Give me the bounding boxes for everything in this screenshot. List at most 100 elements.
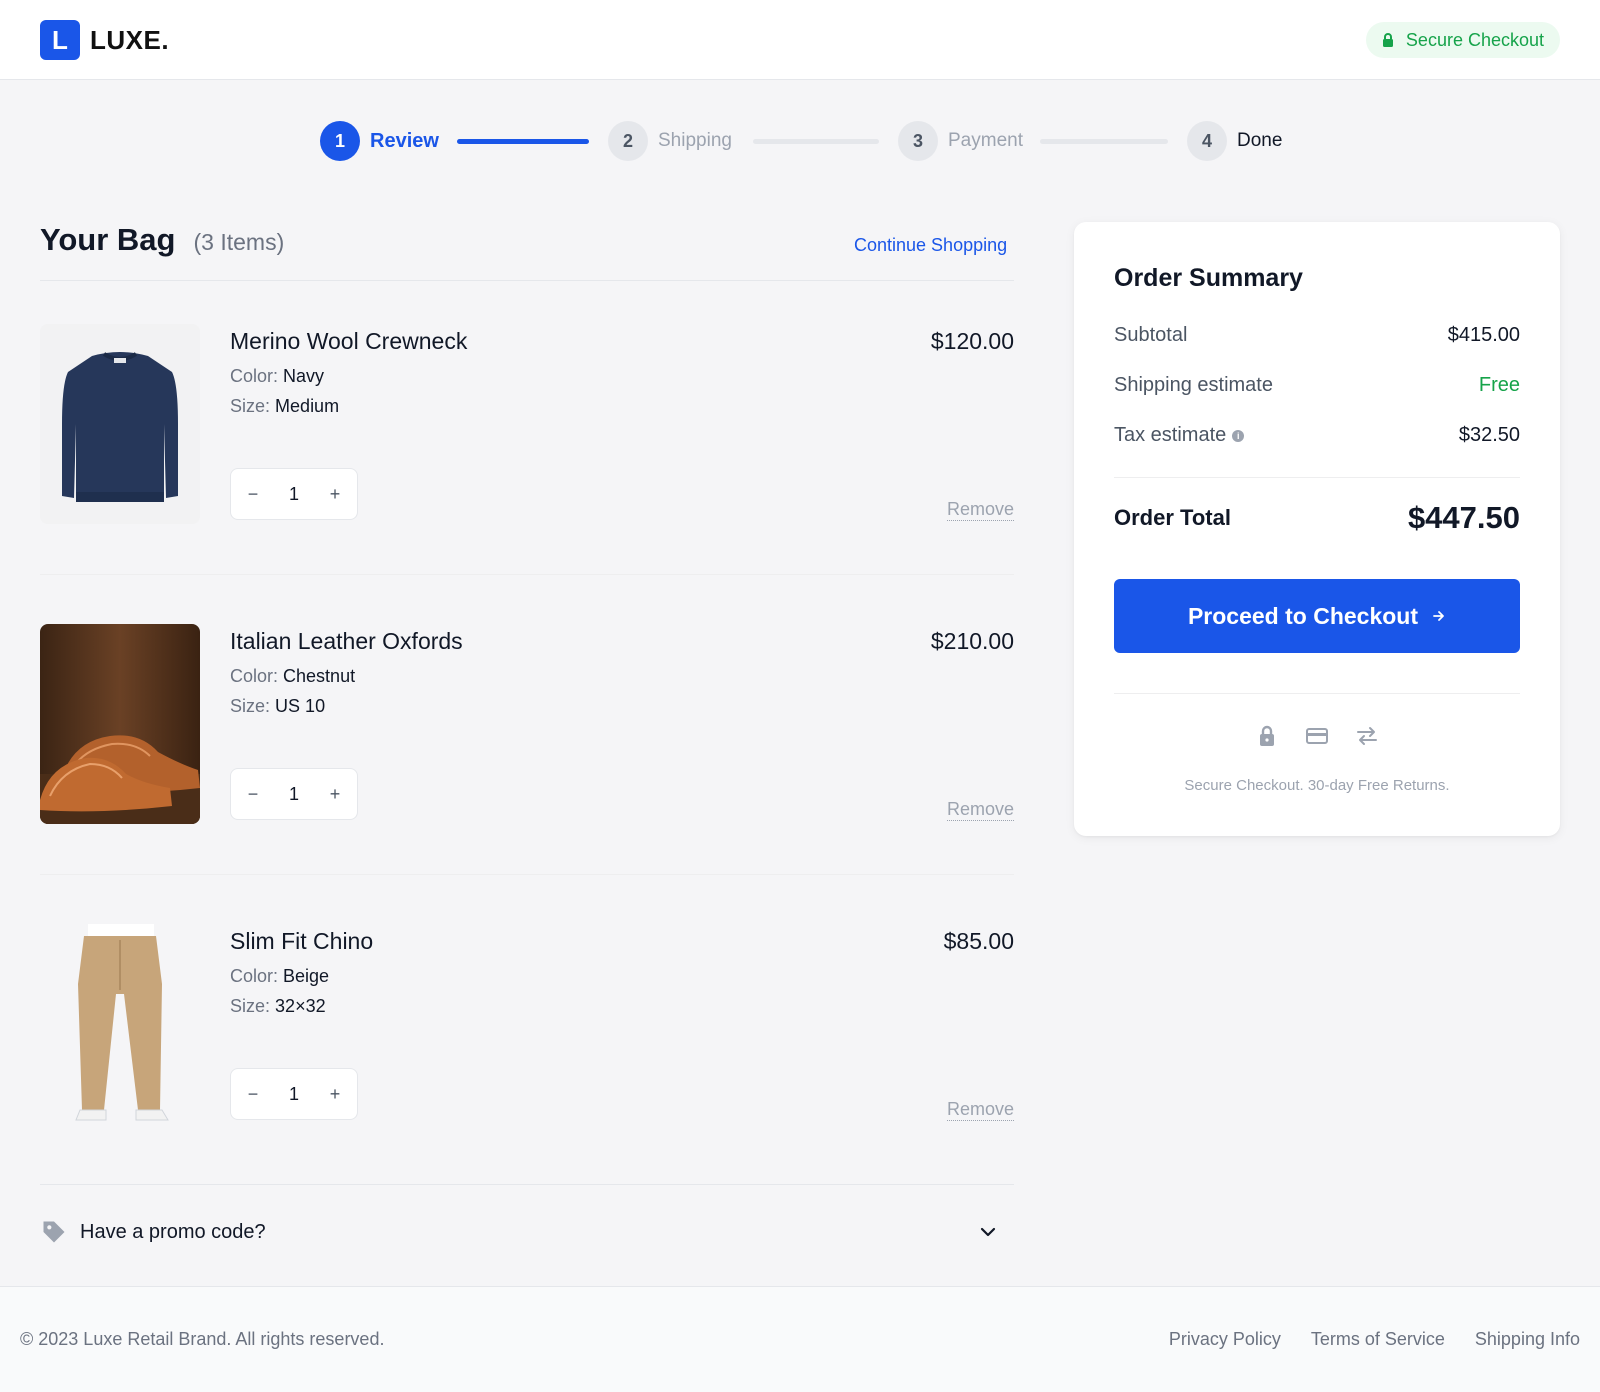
- order-total-label: Order Total: [1114, 505, 1231, 530]
- color-label: Color:: [230, 666, 279, 686]
- quantity-value[interactable]: 1: [289, 784, 299, 805]
- product-size: Size: US 10: [230, 696, 325, 717]
- product-image-shoes[interactable]: [40, 624, 200, 824]
- order-total-row: Order Total $447.50: [1114, 500, 1520, 536]
- increase-quantity-button[interactable]: +: [325, 484, 345, 504]
- promo-code-toggle[interactable]: Have a promo code?: [40, 1214, 1014, 1250]
- cart-item: Slim Fit Chino Color: Beige Size: 32×32 …: [40, 924, 1014, 1184]
- step-review[interactable]: 1 Review: [320, 120, 439, 162]
- brand-name: LUXE.: [90, 24, 170, 55]
- product-color: Color: Navy: [230, 366, 324, 387]
- decrease-quantity-button[interactable]: −: [243, 1084, 263, 1104]
- increase-quantity-button[interactable]: +: [325, 784, 345, 804]
- divider: [40, 574, 1014, 575]
- secure-checkout-badge: Secure Checkout: [1365, 22, 1560, 58]
- size-label: Size:: [230, 996, 271, 1016]
- lock-icon: [1260, 725, 1274, 746]
- shipping-label: Shipping estimate: [1114, 374, 1273, 396]
- step-number: 1: [320, 121, 360, 161]
- continue-shopping-link[interactable]: Continue Shopping: [854, 235, 1007, 256]
- trust-text: Secure Checkout. 30-day Free Returns.: [1184, 777, 1450, 794]
- shipping-value: Free: [1478, 374, 1520, 396]
- item-count: (3 Items): [193, 229, 285, 255]
- step-number: 2: [608, 121, 648, 161]
- proceed-to-checkout-button[interactable]: Proceed to Checkout: [1114, 579, 1520, 653]
- size-value: US 10: [275, 696, 326, 716]
- step-connector: [753, 139, 879, 144]
- quantity-stepper: − 1 +: [230, 468, 358, 520]
- product-size: Size: Medium: [230, 396, 339, 417]
- secure-checkout-label: Secure Checkout: [1405, 29, 1544, 50]
- bag-heading: Your Bag (3 Items): [40, 222, 284, 258]
- shipping-info-link[interactable]: Shipping Info: [1475, 1329, 1580, 1350]
- step-number: 3: [898, 121, 938, 161]
- remove-item-button[interactable]: Remove: [946, 798, 1014, 821]
- logo-mark: L: [40, 20, 80, 60]
- decrease-quantity-button[interactable]: −: [243, 484, 263, 504]
- divider: [40, 874, 1014, 875]
- product-price: $210.00: [930, 628, 1014, 654]
- step-done[interactable]: 4 Done: [1187, 120, 1282, 162]
- product-price: $120.00: [930, 328, 1014, 354]
- step-label: Shipping: [658, 130, 732, 151]
- product-size: Size: 32×32: [230, 996, 326, 1017]
- color-value: Navy: [283, 366, 325, 386]
- copyright-text: © 2023 Luxe Retail Brand. All rights res…: [20, 1329, 385, 1349]
- quantity-value[interactable]: 1: [289, 1084, 299, 1105]
- color-label: Color:: [230, 966, 279, 986]
- checkout-stepper: 1 Review 2 Shipping 3 Payment 4 Done: [0, 120, 1600, 162]
- product-image-sweater[interactable]: [40, 324, 200, 524]
- cart-item: Merino Wool Crewneck Color: Navy Size: M…: [40, 324, 1014, 584]
- info-icon[interactable]: i: [1232, 429, 1245, 442]
- color-label: Color:: [230, 366, 279, 386]
- order-total-value: $447.50: [1407, 500, 1520, 535]
- cart-item: Italian Leather Oxfords Color: Chestnut …: [40, 624, 1014, 884]
- credit-card-icon: [1306, 728, 1328, 744]
- remove-item-button[interactable]: Remove: [946, 1098, 1014, 1121]
- product-name[interactable]: Italian Leather Oxfords: [230, 628, 463, 655]
- subtotal-row: Subtotal $415.00: [1114, 324, 1520, 347]
- subtotal-value: $415.00: [1447, 324, 1520, 346]
- decrease-quantity-button[interactable]: −: [243, 784, 263, 804]
- product-price: $85.00: [943, 928, 1014, 954]
- order-summary-card: Order Summary Subtotal $415.00 Shipping …: [1074, 222, 1560, 836]
- color-value: Chestnut: [283, 666, 356, 686]
- subtotal-label: Subtotal: [1114, 324, 1188, 346]
- divider: [40, 280, 1014, 281]
- tax-label: Tax estimate: [1114, 424, 1227, 446]
- product-color: Color: Chestnut: [230, 666, 355, 687]
- step-connector: [457, 139, 589, 144]
- chevron-down-icon: [980, 1227, 996, 1237]
- quantity-value[interactable]: 1: [289, 484, 299, 505]
- product-name[interactable]: Slim Fit Chino: [230, 928, 373, 955]
- size-value: 32×32: [275, 996, 326, 1016]
- shipping-row: Shipping estimate Free: [1114, 374, 1520, 397]
- step-label: Review: [370, 129, 439, 152]
- increase-quantity-button[interactable]: +: [325, 1084, 345, 1104]
- remove-item-button[interactable]: Remove: [946, 498, 1014, 521]
- step-label: Payment: [948, 130, 1023, 151]
- tag-icon: [43, 1221, 65, 1243]
- top-header: L LUXE. Secure Checkout: [0, 0, 1600, 80]
- tax-label-group: Tax estimate i: [1114, 424, 1245, 447]
- product-name[interactable]: Merino Wool Crewneck: [230, 328, 467, 355]
- page-footer: © 2023 Luxe Retail Brand. All rights res…: [0, 1286, 1600, 1392]
- brand-logo[interactable]: L LUXE.: [40, 20, 169, 60]
- quantity-stepper: − 1 +: [230, 768, 358, 820]
- tax-value: $32.50: [1458, 424, 1520, 446]
- lock-icon: [1382, 33, 1393, 47]
- tax-row: Tax estimate i $32.50: [1114, 424, 1520, 447]
- size-label: Size:: [230, 396, 271, 416]
- step-shipping[interactable]: 2 Shipping: [608, 120, 732, 162]
- arrow-right-icon: [1433, 611, 1444, 621]
- size-value: Medium: [275, 396, 340, 416]
- size-label: Size:: [230, 696, 271, 716]
- summary-title: Order Summary: [1114, 264, 1303, 292]
- privacy-policy-link[interactable]: Privacy Policy: [1169, 1329, 1281, 1350]
- quantity-stepper: − 1 +: [230, 1068, 358, 1120]
- step-label: Done: [1237, 130, 1283, 151]
- terms-of-service-link[interactable]: Terms of Service: [1311, 1329, 1445, 1350]
- product-image-chinos[interactable]: [40, 924, 200, 1124]
- product-color: Color: Beige: [230, 966, 329, 987]
- step-payment[interactable]: 3 Payment: [898, 120, 1023, 162]
